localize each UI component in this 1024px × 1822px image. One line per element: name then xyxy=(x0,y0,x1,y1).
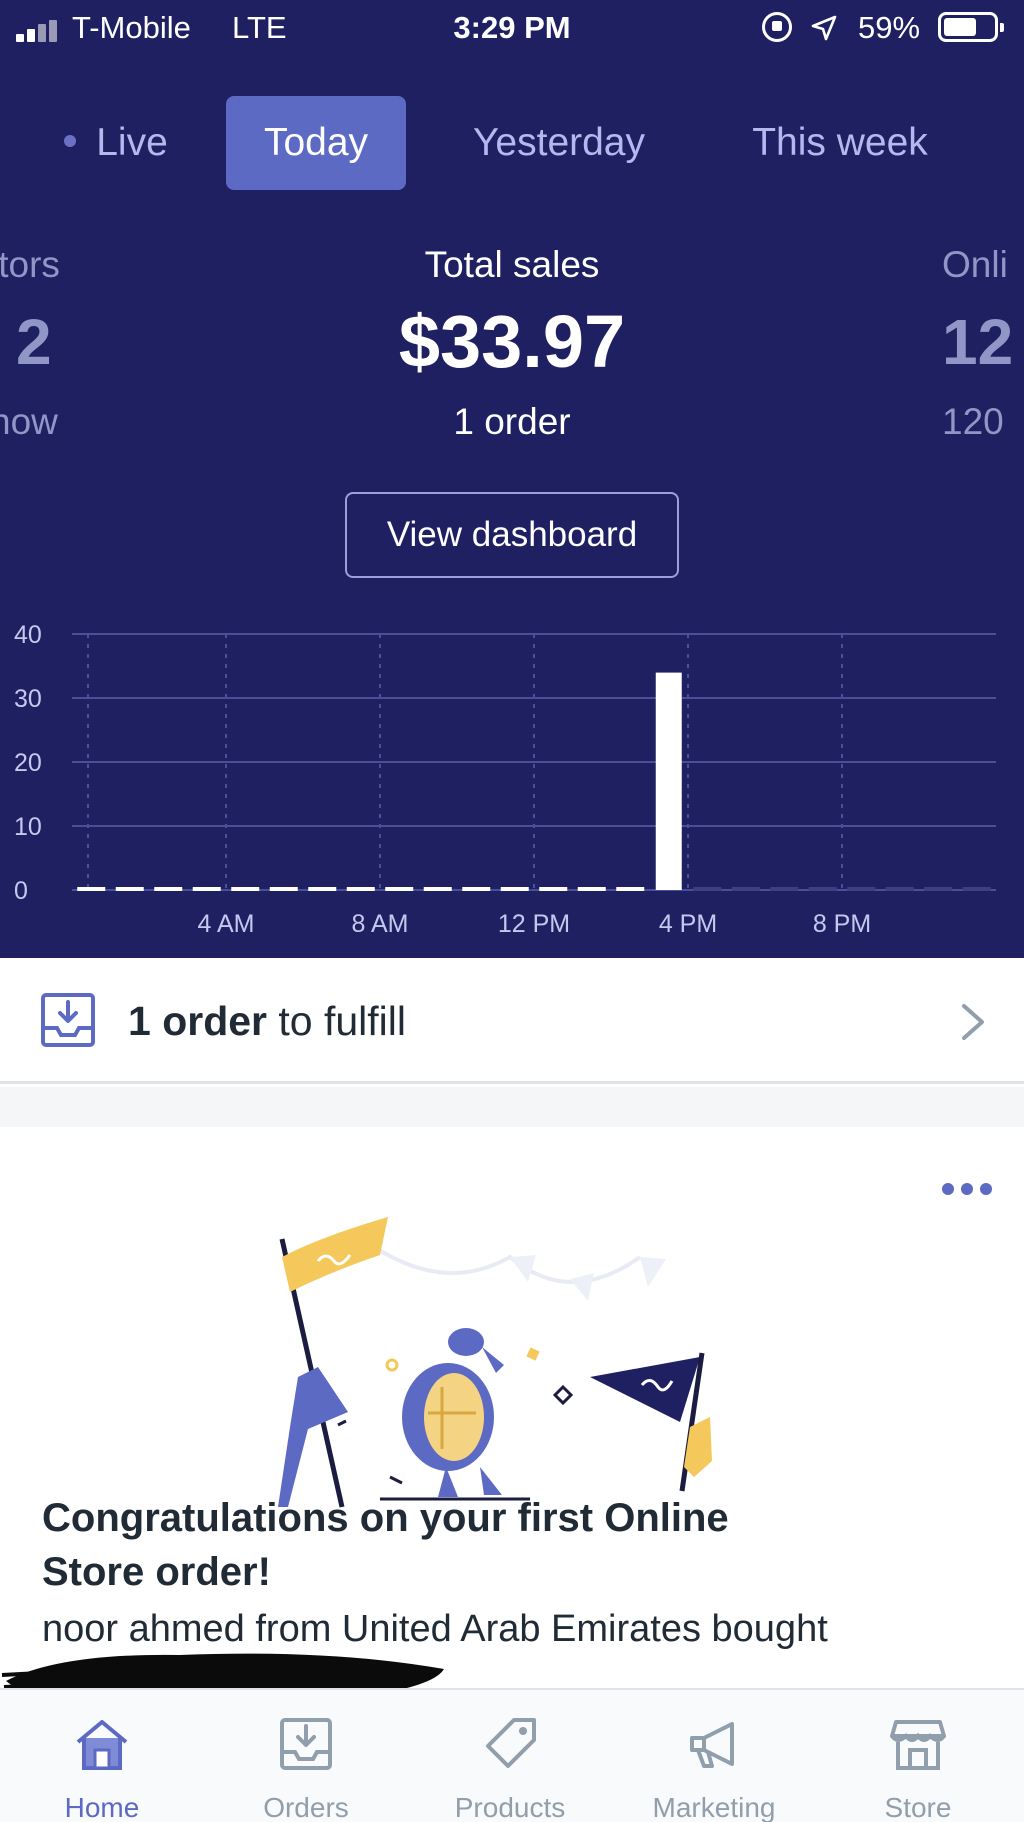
tab-this-week[interactable]: This week xyxy=(730,96,950,190)
y-tick-label: 20 xyxy=(14,749,42,777)
sales-chart: 0 10 20 30 40 4 AM 8 AM 12 PM 4 PM 8 PM xyxy=(14,621,996,938)
chart-bar-future xyxy=(693,887,722,891)
chart-bar-zero xyxy=(115,887,144,891)
chart-bar-future xyxy=(885,887,914,891)
congrats-title: Congratulations on your first Online Sto… xyxy=(42,1496,729,1594)
metric-visitors-value: 2 xyxy=(16,306,52,378)
metric-total-sales[interactable]: Total sales $33.97 1 order xyxy=(312,240,712,452)
congrats-body: noor ahmed from United Arab Emirates bou… xyxy=(42,1608,828,1650)
period-tabs: Live Today Yesterday This week xyxy=(0,96,1024,190)
nav-store[interactable]: Store xyxy=(816,1690,1020,1822)
nav-orders-label: Orders xyxy=(263,1792,349,1822)
megaphone-icon xyxy=(690,1722,734,1768)
congrats-card: Congratulations on your first Online Sto… xyxy=(0,1127,1024,1706)
status-bar: T-Mobile LTE 3:29 PM 59% xyxy=(0,0,1024,58)
chart-bar xyxy=(655,672,682,890)
nav-home[interactable]: Home xyxy=(0,1690,204,1822)
tab-this-week-label: This week xyxy=(752,121,928,164)
chart-bar-zero xyxy=(423,887,452,891)
tab-yesterday-label: Yesterday xyxy=(472,121,645,164)
x-tick-label: 12 PM xyxy=(498,910,570,938)
tag-icon xyxy=(486,1718,536,1768)
fulfill-suffix: to fulfill xyxy=(267,998,406,1044)
analytics-header: T-Mobile LTE 3:29 PM 59% Live Today Yest… xyxy=(0,0,1024,958)
bottom-tab-bar: Home Orders Products Marketing Store xyxy=(0,1688,1024,1822)
metric-online-label: Onli xyxy=(942,244,1008,285)
tab-live[interactable]: Live xyxy=(46,96,186,190)
store-icon xyxy=(890,1720,946,1770)
nav-marketing-label: Marketing xyxy=(652,1792,776,1822)
chart-bar-future xyxy=(924,887,953,891)
chart-bar-future xyxy=(808,887,837,891)
chart-bar-zero xyxy=(539,887,568,891)
nav-products[interactable]: Products xyxy=(408,1690,612,1822)
nav-marketing[interactable]: Marketing xyxy=(612,1690,816,1822)
battery-icon xyxy=(938,12,1004,42)
nav-home-label: Home xyxy=(64,1792,140,1822)
nav-store-label: Store xyxy=(884,1792,952,1822)
metric-total-sales-value: $33.97 xyxy=(398,300,626,383)
fulfill-inbox-icon xyxy=(41,993,95,1047)
x-tick-label: 4 AM xyxy=(198,910,255,938)
rotation-lock-icon xyxy=(762,12,792,42)
metric-total-sales-sub: 1 order xyxy=(453,401,571,442)
nav-orders[interactable]: Orders xyxy=(204,1690,408,1822)
nav-products-label: Products xyxy=(454,1792,566,1822)
metric-visitors[interactable]: itors 2 now xyxy=(0,240,86,452)
fulfill-text: 1 order to fulfill xyxy=(128,958,406,1084)
section-divider xyxy=(0,1087,1024,1127)
chart-bar-future xyxy=(731,887,760,891)
chart-bar-future xyxy=(962,887,991,891)
location-icon xyxy=(811,15,837,41)
chart-bar-zero xyxy=(154,887,183,891)
x-tick-label: 4 PM xyxy=(659,910,717,938)
x-tick-label: 8 PM xyxy=(813,910,871,938)
chart-bar-zero xyxy=(269,887,298,891)
chart-bar-future xyxy=(847,887,876,891)
more-options-icon[interactable] xyxy=(942,1181,992,1197)
chevron-right-icon xyxy=(962,1004,984,1040)
chart-bar-zero xyxy=(77,887,106,891)
fulfill-count: 1 order xyxy=(128,998,267,1044)
y-tick-label: 0 xyxy=(14,877,28,905)
tab-today[interactable]: Today xyxy=(226,96,406,190)
metric-visitors-sub: now xyxy=(0,401,58,442)
chart-bar-zero xyxy=(500,887,529,891)
chart-bar-zero xyxy=(577,887,606,891)
tab-today-label: Today xyxy=(263,121,369,164)
metric-online[interactable]: Onli 12 120 xyxy=(942,240,1024,452)
orders-to-fulfill-row[interactable]: 1 order to fulfill xyxy=(0,958,1024,1084)
battery-percent: 59% xyxy=(858,10,921,45)
metric-visitors-label: itors xyxy=(0,244,60,285)
live-dot-icon xyxy=(64,134,77,147)
metric-online-sub: 120 xyxy=(942,401,1004,442)
view-dashboard-button[interactable]: View dashboard xyxy=(345,492,679,578)
chart-bar-zero xyxy=(346,887,375,891)
chart-bar-future xyxy=(770,887,799,891)
metric-total-sales-label: Total sales xyxy=(424,244,600,285)
chart-bar-zero xyxy=(192,887,221,891)
chart-bar-zero xyxy=(616,887,645,891)
orders-icon xyxy=(280,1718,332,1770)
metric-online-value: 12 xyxy=(942,306,1014,378)
x-tick-label: 8 AM xyxy=(352,910,409,938)
home-icon xyxy=(76,1720,128,1770)
chart-bar-zero xyxy=(385,887,414,891)
y-tick-label: 40 xyxy=(14,621,42,649)
y-tick-label: 10 xyxy=(14,813,42,841)
chart-bar-zero xyxy=(308,887,337,891)
tab-live-label: Live xyxy=(96,121,168,164)
tab-yesterday[interactable]: Yesterday xyxy=(446,96,672,190)
chart-bar-zero xyxy=(462,887,491,891)
chart-bar-zero xyxy=(231,887,260,891)
y-tick-label: 30 xyxy=(14,685,42,713)
